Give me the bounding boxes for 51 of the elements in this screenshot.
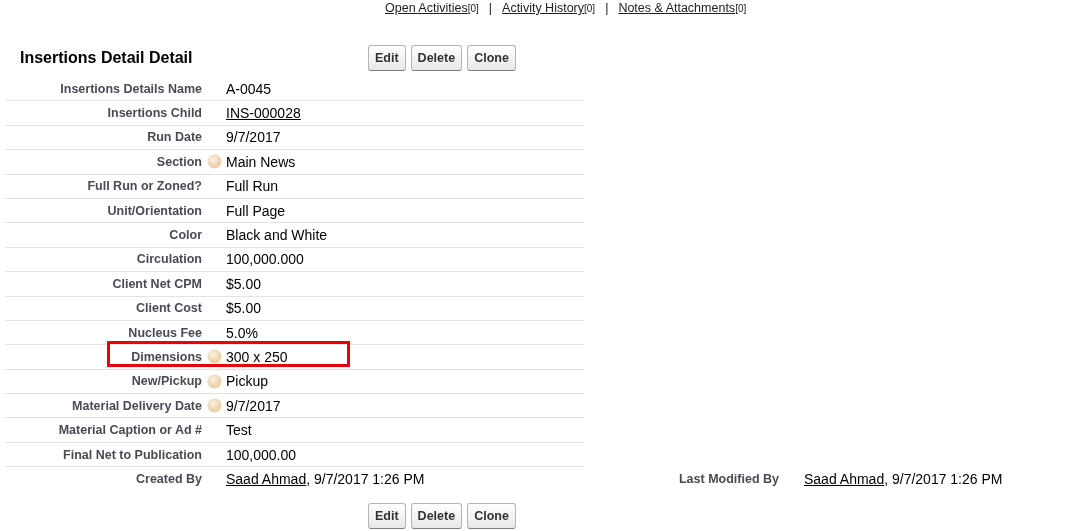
field-label: Created By bbox=[135, 472, 202, 487]
field-value: Full Run bbox=[226, 178, 280, 195]
field-label: Material Caption or Ad # bbox=[57, 423, 202, 438]
timestamp: , 9/7/2017 1:26 PM bbox=[884, 471, 1003, 488]
help-icon[interactable] bbox=[206, 349, 222, 365]
separator: | bbox=[488, 1, 493, 15]
action-button[interactable]: Delete bbox=[410, 44, 463, 71]
field-label: Final Net to Publication bbox=[62, 447, 202, 462]
field-value: A-0045 bbox=[226, 80, 273, 97]
field-value: 5.0% bbox=[226, 324, 259, 341]
field-label: Full Run or Zoned? bbox=[86, 179, 202, 194]
field-value: Main News bbox=[226, 153, 297, 170]
field-label: Color bbox=[168, 228, 202, 243]
field-value: 100,000.00 bbox=[226, 446, 298, 463]
field-value: 9/7/2017 bbox=[226, 129, 282, 146]
action-button[interactable]: Clone bbox=[467, 44, 516, 71]
timestamp: , 9/7/2017 1:26 PM bbox=[306, 471, 425, 488]
field-label: Client Net CPM bbox=[111, 276, 202, 291]
field-label: Client Cost bbox=[135, 301, 202, 316]
field-label: Unit/Orientation bbox=[106, 203, 202, 218]
field-label: Section bbox=[155, 154, 202, 169]
record-count: [0] bbox=[467, 3, 479, 14]
field-label: Material Delivery Date bbox=[71, 398, 202, 413]
field-value: $5.00 bbox=[226, 275, 263, 292]
record-count: [0] bbox=[735, 3, 747, 14]
field-label: Dimensions bbox=[130, 350, 202, 364]
field-value: 9/7/2017 bbox=[226, 397, 282, 414]
field-label: Circulation bbox=[135, 252, 202, 267]
field-value: Black and White bbox=[226, 227, 329, 244]
related-link[interactable]: Open Activities bbox=[385, 1, 468, 15]
field-value: 300 x 250 bbox=[226, 349, 289, 365]
field-value: 100,000.000 bbox=[226, 251, 305, 268]
section-title: Insertions Detail Detail bbox=[19, 48, 194, 67]
record-count: [0] bbox=[584, 3, 596, 14]
related-link[interactable]: Activity History bbox=[502, 1, 584, 15]
field-label: Nucleus Fee bbox=[127, 325, 202, 340]
separator: | bbox=[605, 1, 609, 15]
action-button[interactable]: Edit bbox=[368, 503, 406, 530]
record-link[interactable]: INS-000028 bbox=[226, 105, 301, 122]
action-button[interactable]: Edit bbox=[368, 44, 406, 71]
field-value: Pickup bbox=[226, 373, 270, 390]
field-label: New/Pickup bbox=[130, 374, 202, 389]
field-value: Full Page bbox=[226, 202, 287, 219]
field-label: Run Date bbox=[146, 130, 202, 145]
action-button[interactable]: Delete bbox=[410, 503, 463, 530]
field-value: $5.00 bbox=[226, 300, 263, 317]
action-button[interactable]: Clone bbox=[467, 503, 516, 530]
field-label: Insertions Child bbox=[106, 106, 202, 121]
field-label: Insertions Details Name bbox=[59, 81, 202, 96]
field-value: Test bbox=[226, 422, 253, 439]
field-label: Last Modified By bbox=[678, 472, 779, 487]
